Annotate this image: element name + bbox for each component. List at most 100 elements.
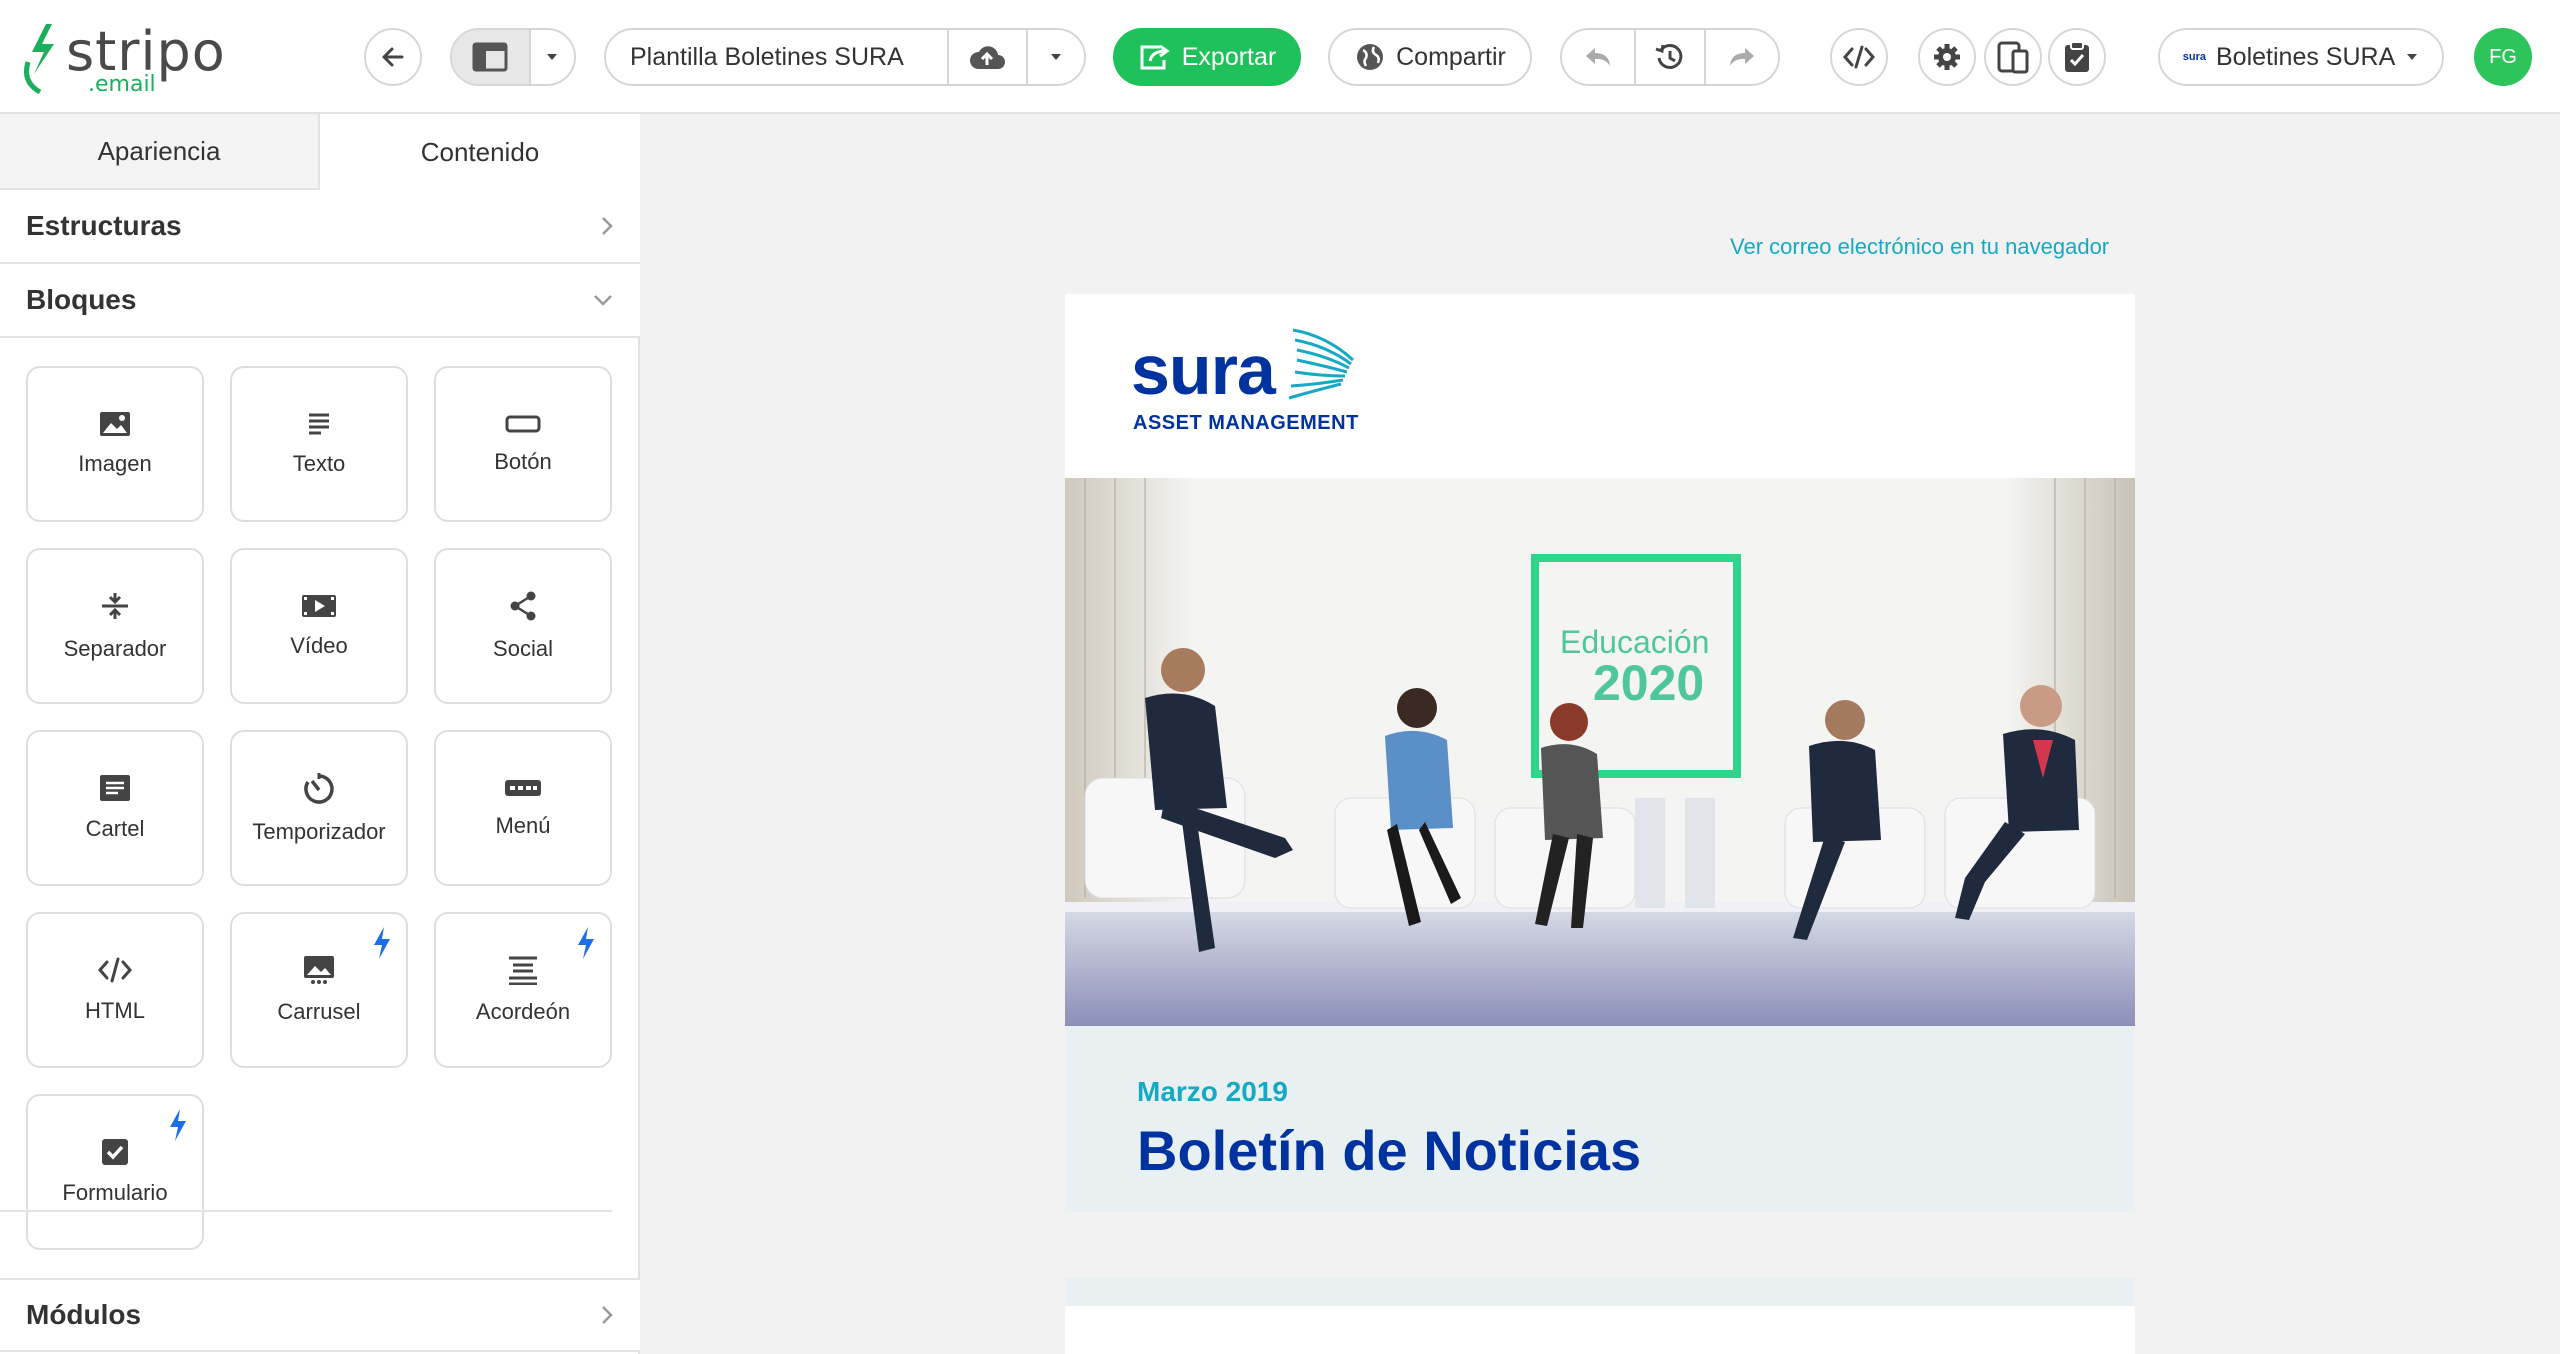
accordion-icon: [509, 956, 537, 985]
caret-down-icon: [547, 54, 558, 60]
block-form[interactable]: Formulario: [26, 1094, 204, 1250]
share-icon: [510, 591, 536, 621]
export-icon: [1140, 44, 1170, 70]
chevron-down-icon: [594, 295, 612, 306]
block-label: Cartel: [85, 816, 145, 841]
button-icon: [505, 415, 541, 433]
back-button[interactable]: [364, 28, 422, 86]
block-label: Vídeo: [290, 633, 348, 658]
block-label: Menú: [495, 813, 551, 838]
email-canvas: Ver correo electrónico en tu navegador s…: [642, 114, 2560, 1354]
stripo-logo[interactable]: stripo .email: [24, 18, 225, 98]
template-name-field[interactable]: Plantilla Boletines SURA: [606, 30, 949, 84]
account-logo: sura: [2182, 51, 2206, 63]
account-switcher[interactable]: sura Boletines SURA: [2158, 28, 2444, 86]
block-label: Temporizador: [252, 819, 386, 844]
sidebar-tabs: Apariencia Contenido: [0, 114, 640, 190]
newsletter-title-block[interactable]: Marzo 2019 Boletín de Noticias: [1065, 1026, 2135, 1212]
sura-wordmark: sura: [1131, 331, 1276, 409]
chevron-right-icon: [602, 1306, 613, 1324]
text-icon: [309, 413, 329, 435]
layout-dropdown-button[interactable]: [531, 30, 574, 84]
block-carousel[interactable]: Carrusel: [230, 912, 408, 1068]
caret-down-icon: [2407, 54, 2418, 60]
undo-icon: [1586, 48, 1610, 66]
block-menu[interactable]: Menú: [434, 730, 612, 886]
test-email-button[interactable]: [2048, 28, 2106, 86]
block-label: Botón: [494, 449, 552, 474]
structures-label: Estructuras: [26, 210, 182, 241]
share-label: Compartir: [1396, 42, 1506, 71]
clipboard-check-icon: [2065, 41, 2089, 72]
sura-subtitle: ASSET MANAGEMENT: [1133, 412, 1359, 434]
share-button[interactable]: Compartir: [1328, 28, 1532, 86]
block-video[interactable]: Vídeo: [230, 548, 408, 704]
top-toolbar: stripo .email Plantilla Boletines SURA E…: [0, 0, 2560, 114]
modules-label: Módulos: [26, 1299, 142, 1330]
redo-button[interactable]: [1706, 30, 1778, 84]
history-group: [1560, 28, 1780, 86]
settings-button[interactable]: [1918, 28, 1976, 86]
user-avatar[interactable]: FG: [2474, 28, 2532, 86]
separator-icon: [102, 593, 128, 619]
tab-content[interactable]: Contenido: [320, 114, 640, 190]
block-label: Separador: [63, 636, 167, 661]
export-button[interactable]: Exportar: [1113, 28, 1301, 86]
block-separator[interactable]: Separador: [26, 548, 204, 704]
block-label: Social: [493, 636, 553, 661]
sura-wing-icon: [1288, 328, 1355, 400]
carousel-icon: [304, 956, 334, 984]
stripo-logo-icon: [24, 24, 54, 95]
sura-logo: sura ASSET MANAGEMENT: [1131, 328, 1361, 450]
blocks-section-header[interactable]: Bloques: [0, 264, 640, 338]
structures-section-header[interactable]: Estructuras: [0, 190, 640, 264]
hero-screen-text-2: 2020: [1593, 655, 1704, 711]
cloud-upload-icon: [970, 46, 1006, 69]
layout-icon: [472, 42, 508, 72]
banner-icon: [100, 775, 130, 801]
next-email-section[interactable]: [1065, 1278, 2135, 1354]
menu-icon: [505, 780, 541, 796]
block-accordion[interactable]: Acordeón: [434, 912, 612, 1068]
block-text[interactable]: Texto: [230, 366, 408, 522]
block-label: Carrusel: [277, 999, 361, 1024]
email-header[interactable]: sura ASSET MANAGEMENT: [1065, 294, 2135, 478]
block-label: Imagen: [78, 451, 152, 476]
form-icon: [102, 1139, 128, 1165]
timer-icon: [304, 773, 334, 804]
template-name-group: Plantilla Boletines SURA: [604, 28, 1086, 86]
save-cloud-button[interactable]: [949, 30, 1029, 84]
device-preview-button[interactable]: [1984, 28, 2042, 86]
history-button[interactable]: [1636, 30, 1706, 84]
block-social[interactable]: Social: [434, 548, 612, 704]
layout-toggle-group: [450, 28, 576, 86]
globe-icon: [1357, 44, 1384, 70]
block-label: Texto: [292, 451, 346, 476]
block-banner[interactable]: Cartel: [26, 730, 204, 886]
template-dropdown-button[interactable]: [1028, 30, 1084, 84]
block-button[interactable]: Botón: [434, 366, 612, 522]
block-label: HTML: [85, 998, 145, 1023]
block-label: Acordeón: [475, 999, 571, 1024]
code-icon: [98, 957, 132, 983]
video-icon: [302, 595, 336, 617]
chevron-right-icon: [602, 217, 613, 235]
layout-toggle-button[interactable]: [452, 30, 531, 84]
amp-bolt-icon: [578, 927, 594, 959]
export-label: Exportar: [1181, 42, 1277, 71]
modules-section-header[interactable]: Módulos: [0, 1278, 640, 1352]
hero-image[interactable]: Educación 2020: [1065, 478, 2135, 1026]
code-icon: [1843, 45, 1875, 69]
amp-bolt-icon: [170, 1109, 186, 1141]
hero-photo: Educación 2020: [1065, 478, 2135, 1026]
view-in-browser-link[interactable]: Ver correo electrónico en tu navegador: [1730, 234, 2109, 260]
amp-bolt-icon: [374, 927, 390, 959]
caret-down-icon: [1051, 54, 1062, 60]
tab-appearance[interactable]: Apariencia: [0, 114, 320, 190]
block-image[interactable]: Imagen: [26, 366, 204, 522]
arrow-left-icon: [382, 47, 404, 67]
block-timer[interactable]: Temporizador: [230, 730, 408, 886]
undo-button[interactable]: [1562, 30, 1636, 84]
block-html[interactable]: HTML: [26, 912, 204, 1068]
code-editor-button[interactable]: [1830, 28, 1888, 86]
